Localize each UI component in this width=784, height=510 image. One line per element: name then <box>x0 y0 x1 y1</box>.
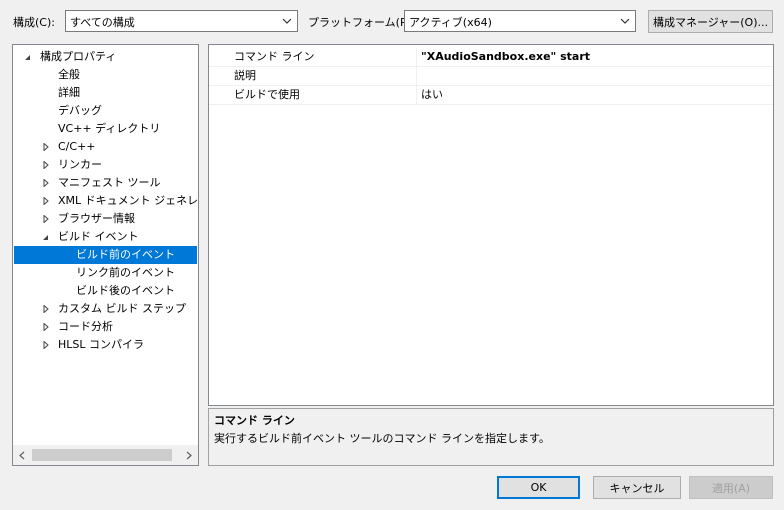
tree-item[interactable]: マニフェスト ツール <box>14 174 197 192</box>
chevron-down-icon <box>618 14 632 28</box>
description-panel: コマンド ライン 実行するビルド前イベント ツールのコマンド ラインを指定します… <box>208 408 774 466</box>
tree-item[interactable]: 構成プロパティ <box>14 48 197 66</box>
description-body: 実行するビルド前イベント ツールのコマンド ラインを指定します。 <box>214 432 550 445</box>
collapsed-triangle-icon[interactable] <box>41 300 50 318</box>
tree-item-label: ビルド後のイベント <box>76 284 175 297</box>
tree-item-label: リンカー <box>58 158 102 171</box>
tree-item-label: VC++ ディレクトリ <box>58 122 161 135</box>
property-value[interactable]: "XAudioSandbox.exe" start <box>421 48 590 66</box>
platform-dropdown-value: アクティブ(x64) <box>409 16 492 29</box>
collapsed-triangle-icon[interactable] <box>41 138 50 156</box>
scroll-right-icon[interactable] <box>182 448 196 462</box>
tree-item-label: コード分析 <box>58 320 113 333</box>
expanded-triangle-icon[interactable] <box>23 48 32 66</box>
collapsed-triangle-icon[interactable] <box>41 210 50 228</box>
collapsed-triangle-icon[interactable] <box>41 336 50 354</box>
tree-item[interactable]: ビルド イベント <box>14 228 197 246</box>
scroll-left-icon[interactable] <box>15 448 29 462</box>
property-tree[interactable]: 構成プロパティ全般詳細デバッグ VC++ ディレクトリ C/C++ リンカーマニフェス… <box>12 44 199 466</box>
tree-item[interactable]: コード分析 <box>14 318 197 336</box>
tree-item-label: HLSL コンパイラ <box>58 338 145 351</box>
tree-item[interactable]: リンカー <box>14 156 197 174</box>
property-grid[interactable]: コマンド ライン "XAudioSandbox.exe" start 説明 ビル… <box>208 44 774 406</box>
tree-item-label: C/C++ <box>58 140 96 153</box>
tree-item[interactable]: ビルド後のイベント <box>14 282 197 300</box>
apply-button[interactable]: 適用(A) <box>689 476 773 499</box>
property-value[interactable]: はい <box>421 86 443 104</box>
tree-item-label: 構成プロパティ <box>40 50 117 63</box>
tree-item-label: ブラウザー情報 <box>58 212 135 225</box>
platform-dropdown[interactable]: アクティブ(x64) <box>404 10 636 32</box>
tree-item-label: デバッグ <box>58 104 102 117</box>
tree-item[interactable]: VC++ ディレクトリ <box>14 120 197 138</box>
tree-item[interactable]: カスタム ビルド ステップ <box>14 300 197 318</box>
tree-item[interactable]: XML ドキュメント ジェネレーター <box>14 192 198 210</box>
description-title: コマンド ライン <box>214 414 295 427</box>
tree-item-label: カスタム ビルド ステップ <box>58 302 186 315</box>
tree-item[interactable]: 全般 <box>14 66 197 84</box>
property-name: コマンド ライン <box>234 50 315 63</box>
ok-button[interactable]: OK <box>497 476 580 499</box>
scrollbar-thumb[interactable] <box>32 449 172 461</box>
tree-item-label: 詳細 <box>58 86 80 99</box>
column-divider <box>416 86 417 104</box>
tree-item-label: XML ドキュメント ジェネレーター <box>58 194 198 207</box>
property-name: ビルドで使用 <box>234 88 300 101</box>
tree-item-label: リンク前のイベント <box>76 266 175 279</box>
collapsed-triangle-icon[interactable] <box>41 318 50 336</box>
tree-item[interactable]: HLSL コンパイラ <box>14 336 197 354</box>
config-dropdown-value: すべての構成 <box>70 16 135 29</box>
property-row-description[interactable]: 説明 <box>209 67 773 86</box>
tree-items: 構成プロパティ全般詳細デバッグ VC++ ディレクトリ C/C++ リンカーマニフェス… <box>13 45 198 445</box>
config-dropdown[interactable]: すべての構成 <box>65 10 298 32</box>
tree-item[interactable]: ブラウザー情報 <box>14 210 197 228</box>
collapsed-triangle-icon[interactable] <box>41 156 50 174</box>
config-manager-button[interactable]: 構成マネージャー(O)... <box>648 10 773 33</box>
tree-item[interactable]: リンク前のイベント <box>14 264 197 282</box>
tree-item[interactable]: ビルド前のイベント <box>14 246 197 264</box>
cancel-button[interactable]: キャンセル <box>593 476 681 499</box>
tree-item-label: マニフェスト ツール <box>58 176 161 189</box>
collapsed-triangle-icon[interactable] <box>41 192 50 210</box>
collapsed-triangle-icon[interactable] <box>41 174 50 192</box>
tree-item-label: ビルド前のイベント <box>76 248 175 261</box>
platform-label: プラットフォーム(P): <box>308 16 415 29</box>
chevron-down-icon <box>280 14 294 28</box>
column-divider <box>416 67 417 85</box>
tree-item[interactable]: C/C++ <box>14 138 197 156</box>
property-row-command-line[interactable]: コマンド ライン "XAudioSandbox.exe" start <box>209 48 773 67</box>
config-label: 構成(C): <box>13 16 55 29</box>
tree-item[interactable]: 詳細 <box>14 84 197 102</box>
expanded-triangle-icon[interactable] <box>41 228 50 246</box>
tree-item-label: 全般 <box>58 68 80 81</box>
tree-item-label: ビルド イベント <box>58 230 139 243</box>
property-row-use-in-build[interactable]: ビルドで使用 はい <box>209 86 773 105</box>
tree-item[interactable]: デバッグ <box>14 102 197 120</box>
column-divider <box>416 48 417 66</box>
property-name: 説明 <box>234 69 256 82</box>
tree-horizontal-scrollbar[interactable] <box>13 445 198 465</box>
